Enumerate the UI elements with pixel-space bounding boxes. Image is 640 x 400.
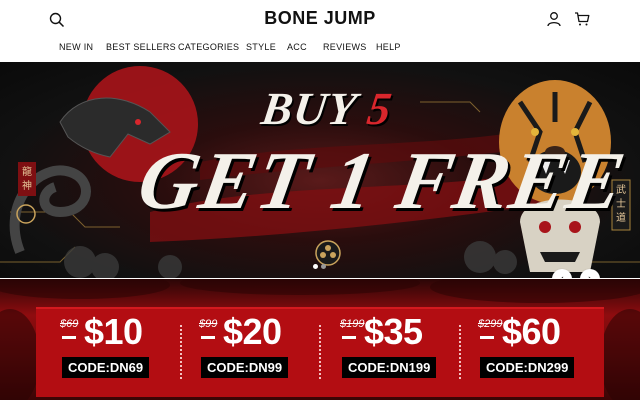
cart-icon[interactable] [574,11,590,27]
kanji-left-2: 神 [22,179,32,192]
site-logo[interactable]: BONE JUMP [0,8,640,29]
deal-price: $35 [364,311,423,352]
deal-dash [201,336,215,339]
deal-old-price: $99 [199,318,218,330]
nav-style[interactable]: STYLE [246,42,276,52]
nav-help[interactable]: HELP [376,42,401,52]
deal-item-2[interactable]: $99 $20 CODE:DN99 [199,309,337,399]
nav-best-sellers[interactable]: BEST SELLERS [106,42,176,52]
site-header: BONE JUMP NEW IN BEST SELLERS CATEGORIES… [0,0,640,62]
carousel-dot-2[interactable] [321,264,326,269]
deal-old-price: $199 [340,318,365,330]
deal-dash [62,336,76,339]
carousel-dot-1[interactable] [313,264,318,269]
deal-item-1[interactable]: $69 $10 CODE:DN69 [60,309,198,399]
nav-new-in[interactable]: NEW IN [59,42,93,52]
dragon-eye [135,119,141,125]
nav-categories[interactable]: CATEGORIES [178,42,239,52]
deal-dash [480,336,494,339]
hero-headline-buy: BUY 5 [258,82,395,135]
deal-dash [342,336,356,339]
user-icon[interactable] [546,11,562,27]
deal-divider [180,325,182,379]
crest-center-icon [315,240,341,266]
chevron-right-icon: › [588,272,592,278]
deal-item-3[interactable]: $199 $35 CODE:DN199 [340,309,478,399]
deal-code[interactable]: CODE:DN299 [480,357,575,378]
deal-price: $10 [84,311,143,352]
chevron-left-icon: ‹ [560,272,564,278]
deal-code[interactable]: CODE:DN69 [62,357,150,378]
kanji-left-1: 龍 [22,165,32,178]
deal-code[interactable]: CODE:DN99 [201,357,289,378]
deal-price: $60 [502,311,561,352]
hero-headline-free: GET 1 FREE [132,135,633,226]
hero-banner[interactable]: 龍 神 武 士 道 BUY 5 GET 1 FREE [0,62,640,278]
deals-panel: $69 $10 CODE:DN69 $99 $20 CODE:DN99 $199… [36,307,604,397]
deal-old-price: $299 [478,318,503,330]
deal-divider [319,325,321,379]
nav-reviews[interactable]: REVIEWS [323,42,367,52]
nav-acc[interactable]: ACC [287,42,307,52]
deal-item-4[interactable]: $299 $60 CODE:DN299 [478,309,616,399]
deal-old-price: $69 [60,318,79,330]
hero-buy-word: BUY [258,83,359,134]
deals-banner[interactable]: $69 $10 CODE:DN69 $99 $20 CODE:DN99 $199… [0,279,640,400]
deal-divider [459,325,461,379]
deal-price: $20 [223,311,282,352]
deal-code[interactable]: CODE:DN199 [342,357,437,378]
